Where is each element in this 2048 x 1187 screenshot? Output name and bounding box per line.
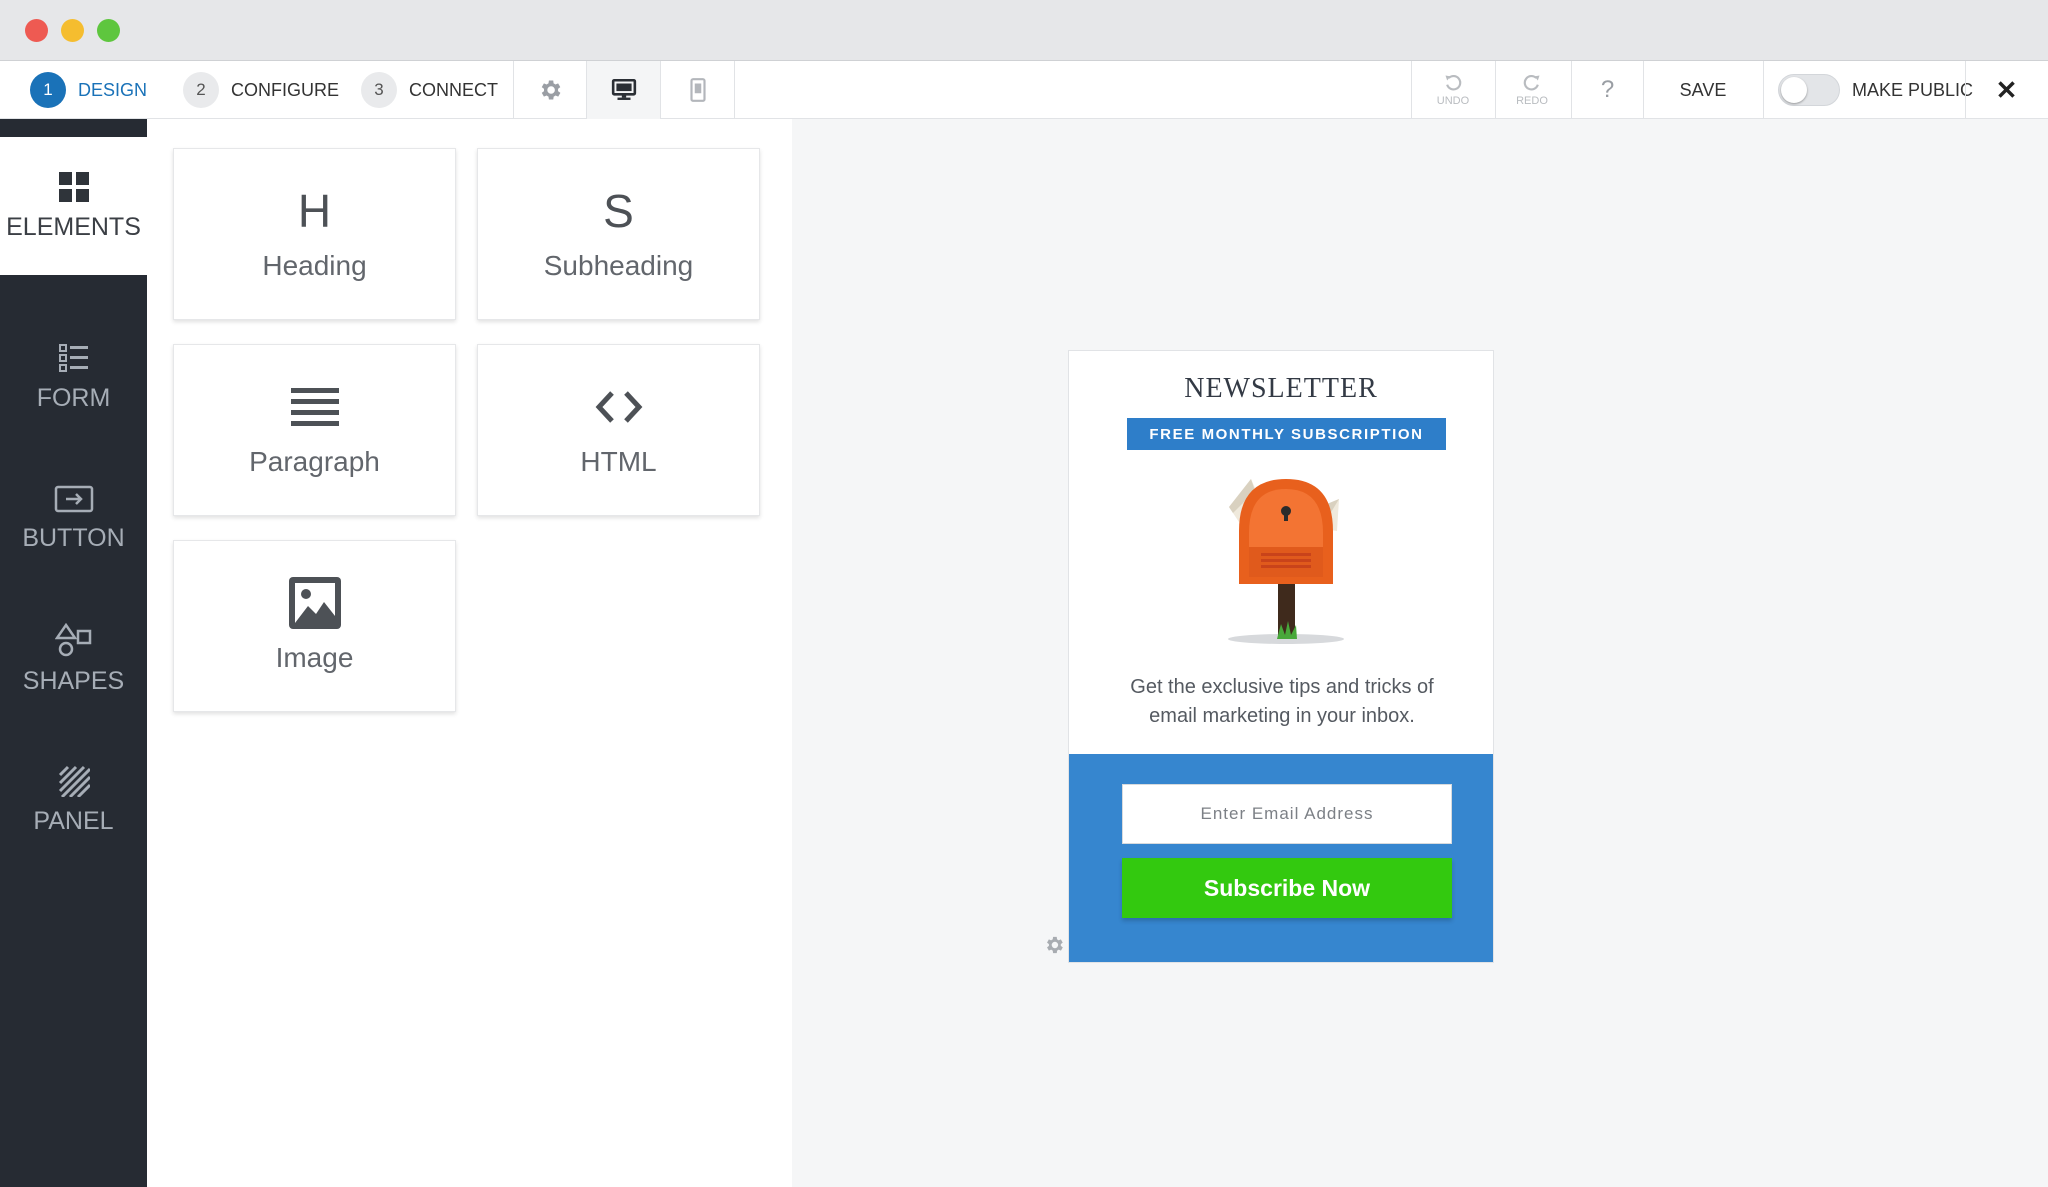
- sidebar-item-button[interactable]: BUTTON: [0, 450, 147, 586]
- mailbox-illustration[interactable]: [1211, 469, 1361, 649]
- step-connect[interactable]: 3 CONNECT: [361, 71, 498, 109]
- redo-icon: [1523, 75, 1540, 91]
- element-tile-image[interactable]: Image: [173, 540, 456, 712]
- signup-form-area[interactable]: Subscribe Now: [1069, 754, 1493, 962]
- window-minimize-button[interactable]: [61, 19, 84, 42]
- gear-icon: [541, 80, 560, 100]
- image-icon: [288, 577, 342, 629]
- tile-label: Paragraph: [249, 446, 380, 477]
- editor-toolbar: 1 DESIGN 2 CONFIGURE 3 CONNECT UNDO REDO…: [0, 61, 2048, 119]
- panel-icon: [58, 765, 90, 797]
- element-tile-html[interactable]: HTML: [477, 344, 760, 516]
- sidebar-item-form[interactable]: FORM: [0, 309, 147, 445]
- list-icon: [58, 343, 88, 372]
- toggle-knob: [1781, 77, 1807, 103]
- step-number: 2: [183, 72, 219, 108]
- sidebar-item-label: FORM: [36, 383, 111, 412]
- step-label: CONNECT: [409, 79, 498, 100]
- mobile-icon: [689, 78, 706, 102]
- close-icon: ✕: [1995, 74, 2018, 105]
- sidebar-item-label: BUTTON: [22, 523, 125, 552]
- desktop-view-button[interactable]: [587, 61, 660, 119]
- undo-button[interactable]: UNDO: [1421, 61, 1485, 119]
- newsletter-title[interactable]: NEWSLETTER: [1069, 373, 1493, 405]
- step-label: CONFIGURE: [231, 79, 339, 100]
- tile-label: Image: [275, 642, 354, 673]
- element-tile-heading[interactable]: H Heading: [173, 148, 456, 320]
- sidebar-item-panel[interactable]: PANEL: [0, 732, 147, 868]
- step-label: DESIGN: [78, 79, 148, 100]
- heading-icon: H: [297, 185, 332, 237]
- tile-label: HTML: [580, 446, 657, 477]
- close-editor-button[interactable]: ✕: [1965, 61, 2048, 119]
- sidebar-item-label: ELEMENTS: [6, 212, 141, 241]
- save-button[interactable]: SAVE: [1643, 61, 1763, 119]
- sidebar-item-label: PANEL: [33, 806, 114, 835]
- step-design[interactable]: 1 DESIGN: [30, 71, 147, 109]
- window-maximize-button[interactable]: [97, 19, 120, 42]
- sidebar-item-label: SHAPES: [22, 666, 125, 695]
- elements-panel: H Heading S Subheading Paragraph HTML Im…: [147, 119, 792, 1187]
- undo-label: UNDO: [1436, 95, 1470, 107]
- subscription-badge[interactable]: FREE MONTHLY SUBSCRIPTION: [1127, 418, 1446, 450]
- help-button[interactable]: ?: [1572, 61, 1643, 119]
- description-line: Get the exclusive tips and tricks of: [1130, 676, 1434, 698]
- category-sidebar: ELEMENTS FORM BUTTON SHAPES PANEL: [0, 119, 147, 1187]
- undo-icon: [1445, 75, 1462, 91]
- tile-label: Subheading: [543, 250, 694, 281]
- sidebar-item-shapes[interactable]: SHAPES: [0, 591, 147, 727]
- grid-icon: [58, 171, 89, 202]
- element-tile-paragraph[interactable]: Paragraph: [173, 344, 456, 516]
- subheading-icon: S: [603, 185, 634, 237]
- toolbar-divider: [1763, 61, 1764, 119]
- description-line: email marketing in your inbox.: [1149, 705, 1415, 727]
- settings-button[interactable]: [513, 61, 586, 119]
- make-public-toggle[interactable]: [1778, 74, 1840, 106]
- toolbar-divider: [734, 61, 735, 119]
- redo-label: REDO: [1516, 95, 1548, 107]
- step-number: 3: [361, 72, 397, 108]
- gear-icon[interactable]: [1043, 934, 1065, 956]
- element-tile-subheading[interactable]: S Subheading: [477, 148, 760, 320]
- subscribe-button[interactable]: Subscribe Now: [1122, 858, 1452, 918]
- paragraph-icon: [290, 382, 339, 432]
- button-icon: [54, 485, 93, 512]
- step-configure[interactable]: 2 CONFIGURE: [183, 71, 339, 109]
- email-field[interactable]: [1122, 784, 1452, 844]
- tile-label: Heading: [262, 250, 367, 281]
- code-icon: [595, 382, 643, 432]
- sidebar-item-elements[interactable]: ELEMENTS: [0, 137, 147, 275]
- make-public-label: MAKE PUBLIC: [1852, 79, 1974, 100]
- window-close-button[interactable]: [25, 19, 48, 42]
- toolbar-divider: [1495, 61, 1496, 119]
- toolbar-divider: [1411, 61, 1412, 119]
- desktop-icon: [611, 78, 636, 100]
- mobile-view-button[interactable]: [661, 61, 734, 119]
- newsletter-form-preview[interactable]: NEWSLETTER FREE MONTHLY SUBSCRIPTION Get…: [1068, 350, 1494, 963]
- newsletter-description[interactable]: Get the exclusive tips and tricks of ema…: [1099, 673, 1465, 731]
- step-number: 1: [30, 72, 66, 108]
- window-titlebar: [0, 0, 2048, 61]
- redo-button[interactable]: REDO: [1500, 61, 1564, 119]
- shapes-icon: [54, 622, 91, 656]
